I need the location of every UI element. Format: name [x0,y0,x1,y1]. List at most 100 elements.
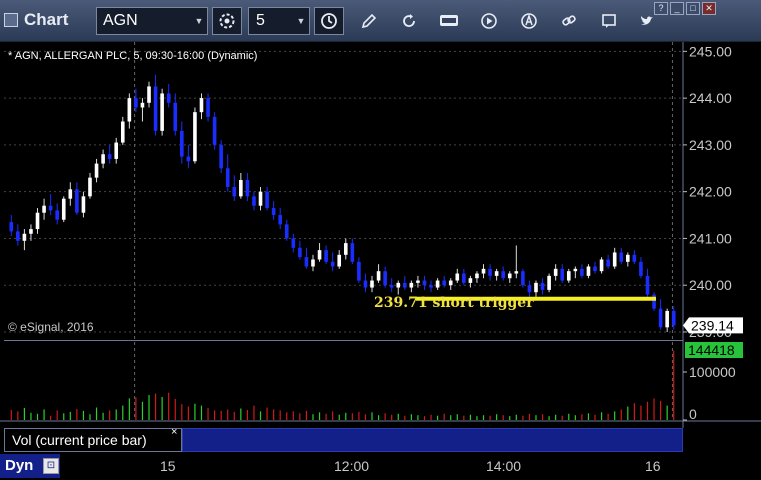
close-button[interactable]: ✕ [702,2,716,15]
app-title-label: Chart [24,10,69,29]
last-price-label: 239.14 [691,317,734,333]
candle-body [389,285,394,288]
symbol-settings-button[interactable] [212,7,242,35]
alert-button[interactable] [518,10,540,32]
candle-body [547,275,551,290]
candle-body [298,247,302,258]
minimize-button[interactable]: _ [670,2,684,15]
vol-tick-label: 0 [689,406,697,422]
refresh-button[interactable] [398,10,420,32]
candle-body [16,231,20,241]
candle-body [501,271,505,279]
candle-body [29,229,33,234]
candle-body [626,254,630,262]
candle-body [173,102,178,131]
time-grid [134,42,673,420]
app-title: Chart [4,9,68,31]
candle-body [225,168,230,187]
candle-body [357,261,361,281]
play-button[interactable] [478,10,500,32]
candle-body [435,280,440,288]
candle-body [22,233,27,241]
candle-body [396,282,401,288]
candle-body [245,179,250,197]
candle-body [422,280,427,286]
window-menu-icon[interactable] [4,13,18,27]
link-icon [562,15,576,26]
candle-body [632,254,637,262]
candle-body [462,273,466,283]
chevron-down-icon[interactable]: ▼ [191,16,207,26]
study-strip [182,428,683,452]
note-button[interactable] [598,10,620,32]
candle-body [55,210,59,220]
y-tick-label: 244.00 [689,90,732,106]
link-button[interactable] [558,10,580,32]
candle-body [199,98,204,113]
candle-body [101,154,105,164]
candle-body [521,271,525,286]
draw-pencil-button[interactable] [358,10,380,32]
candle-body [599,259,604,272]
candle-body [48,205,53,211]
candle-body [9,222,14,232]
candle-body [429,285,433,288]
candle-body [35,212,40,230]
candle-body [114,142,119,159]
candle-body [383,271,387,286]
gear-icon [219,13,235,29]
candle-body [206,98,210,117]
candle-body [284,224,289,239]
trigger-annotation: 239.71 short trigger [374,295,534,311]
candle-body [376,271,381,281]
interval-value: 5 [256,12,265,29]
pencil-icon [361,13,377,29]
candle-body [271,208,276,216]
candle-body [252,196,256,206]
candle-body [560,268,565,281]
candle-body [61,198,66,220]
candle-body [553,268,558,276]
get-data-icon [440,15,458,26]
x-tick-label: 16 [645,458,661,474]
price-grid [0,42,761,428]
candle-body [639,261,643,276]
candle-body [180,130,184,157]
candle-body [606,259,610,267]
candle-body [68,189,73,199]
help-button[interactable]: ? [654,2,668,15]
chevron-down-icon[interactable]: ▼ [293,16,309,26]
dyn-label: Dyn [5,457,34,474]
volume-study-label[interactable]: Vol (current price bar) [4,428,182,452]
candle-body [193,112,197,162]
candlestick-series [9,74,676,332]
candle-body [42,205,46,213]
get-button[interactable] [438,10,460,32]
dynamic-toggle[interactable]: Dyn ⊡ [0,454,60,478]
symbol-input[interactable]: AGN ▼ [96,7,208,35]
candle-body [94,163,99,178]
candle-body [652,294,656,309]
candle-body [330,261,335,267]
candle-body [363,280,368,288]
candle-body [147,86,151,103]
candle-body [212,116,217,145]
candle-body [612,252,617,267]
y-tick-label: 243.00 [689,137,732,153]
lock-icon[interactable]: ⊡ [43,458,59,474]
candle-body [140,102,145,108]
x-tick-label: 14:00 [486,458,522,474]
chart-canvas[interactable]: 245.00 244.00 243.00 242.00 241.00 240.00 239.… [0,42,761,428]
maximize-button[interactable]: □ [686,2,700,15]
candle-body [81,196,86,213]
candle-body [120,121,125,143]
candle-body [291,238,296,248]
interval-settings-button[interactable] [314,7,344,35]
interval-input[interactable]: 5 ▼ [248,7,310,35]
candle-body [88,177,92,197]
chart-title: * AGN, ALLERGAN PLC, 5, 09:30-16:00 (Dyn… [8,50,258,62]
candle-body [127,98,132,122]
time-axis [60,454,683,480]
close-study-icon[interactable]: × [171,426,177,438]
candle-body [409,282,414,288]
